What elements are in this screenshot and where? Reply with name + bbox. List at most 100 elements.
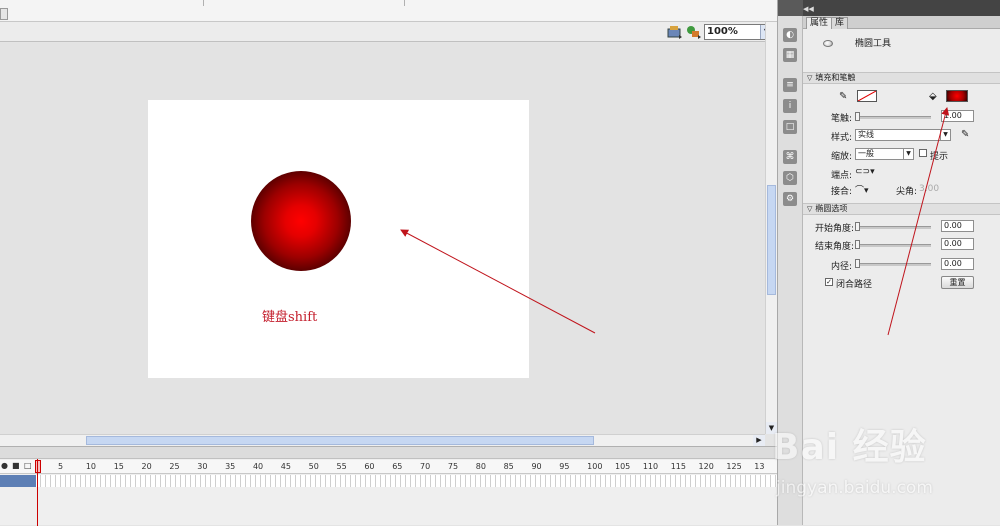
stage-canvas[interactable]: 键盘shift <box>148 100 529 378</box>
inner-radius-input[interactable]: 0.00 <box>941 258 974 270</box>
miter-value[interactable]: 3.00 <box>919 184 939 194</box>
pencil-icon: ✎ <box>839 91 848 102</box>
eye-icon[interactable]: ● <box>1 461 8 470</box>
baidu-watermark: Bai 经验 jingyan.baidu.com <box>772 418 998 518</box>
style-select[interactable]: 实线 ▼ <box>855 129 951 141</box>
stroke-color-swatch[interactable] <box>857 90 877 102</box>
cap-round-icon[interactable]: ⊂⊃▾ <box>855 167 875 177</box>
info-panel-icon[interactable]: i <box>783 99 797 113</box>
frame-number: 5 <box>58 462 64 471</box>
end-angle-input[interactable]: 0.00 <box>941 238 974 250</box>
frame-number: 40 <box>252 462 264 471</box>
frame-number: 10 <box>85 462 97 471</box>
tab-library[interactable]: 库 <box>831 17 849 29</box>
style-label: 样式: <box>831 133 853 143</box>
horizontal-scroll-thumb[interactable] <box>86 436 594 445</box>
inner-radius-slider[interactable] <box>855 259 931 268</box>
section-title: 椭圆选项 <box>815 204 848 213</box>
frame-number: 125 <box>726 462 742 471</box>
slider-knob[interactable] <box>855 259 860 268</box>
custom-style-pencil-icon[interactable]: ✎ <box>961 129 969 140</box>
fill-color-swatch[interactable] <box>946 90 968 102</box>
red-gradient-circle[interactable] <box>251 171 351 271</box>
slider-knob[interactable] <box>855 222 860 231</box>
behaviors-panel-icon[interactable]: ⚙ <box>783 192 797 206</box>
start-angle-input[interactable]: 0.00 <box>941 220 974 232</box>
tab-properties[interactable]: 属性 <box>806 17 833 29</box>
end-angle-slider[interactable] <box>855 240 931 249</box>
zoom-select[interactable]: 100% ▼ <box>704 24 774 40</box>
edit-scene-icon[interactable] <box>667 25 683 39</box>
join-round-icon[interactable]: ⌒▾ <box>855 183 869 196</box>
fill-stroke-section-header[interactable]: ▽ 填充和笔触 <box>803 72 1000 84</box>
slider-knob[interactable] <box>855 112 860 121</box>
vertical-scroll-thumb[interactable] <box>767 185 776 295</box>
frame-number: 65 <box>392 462 403 471</box>
edit-symbols-icon[interactable] <box>686 25 702 39</box>
style-value: 实线 <box>858 130 874 139</box>
frame-number: 85 <box>503 462 514 471</box>
frame-ruler[interactable]: ● ■ □ 5 10 15 20 25 30 35 40 45 50 55 60 65 70 75 80 85 9… <box>0 460 777 474</box>
scale-select[interactable]: 一般 ▼ <box>855 148 914 160</box>
stage-toolbar: 100% ▼ <box>0 22 777 42</box>
hint-checkbox[interactable] <box>919 149 927 157</box>
no-color-slash-icon <box>858 91 876 101</box>
chevron-down-icon: ▽ <box>807 205 813 213</box>
horizontal-scrollbar[interactable]: ▶ <box>0 434 765 446</box>
oval-tool-icon <box>823 40 833 47</box>
frame-number: 70 <box>420 462 431 471</box>
watermark-brand: Bai 经验 <box>772 427 927 468</box>
close-path-checkbox[interactable]: ✓ <box>825 278 833 286</box>
align-panel-icon[interactable]: ≡ <box>783 78 797 92</box>
collapse-icon[interactable]: ◀◀ <box>803 5 814 13</box>
reset-button[interactable]: 重置 <box>941 276 974 289</box>
playhead-handle[interactable] <box>35 460 41 473</box>
frame-cells[interactable] <box>36 475 777 487</box>
lock-icon[interactable]: ■ <box>12 461 20 470</box>
transform-panel-icon[interactable]: □ <box>783 120 797 134</box>
frame-number: 30 <box>197 462 208 471</box>
chevron-down-icon[interactable]: ▼ <box>903 149 913 159</box>
strip-divider <box>404 0 405 6</box>
chevron-down-icon[interactable]: ▼ <box>940 130 950 140</box>
end-angle-label: 结束角度: <box>815 242 855 252</box>
stroke-slider[interactable] <box>855 112 931 121</box>
document-tab-strip <box>0 0 777 22</box>
chevron-down-icon: ▽ <box>807 74 813 82</box>
watermark-url: jingyan.baidu.com <box>776 478 933 498</box>
pasteboard[interactable]: 键盘shift <box>0 43 765 434</box>
frame-number: 50 <box>308 462 319 471</box>
vertical-scrollbar[interactable]: ▼ <box>765 22 777 434</box>
tool-info: 椭圆工具 <box>803 30 1000 70</box>
layer-row[interactable] <box>0 475 777 487</box>
timeline-title-bar <box>0 447 777 459</box>
zoom-value: 100% <box>707 26 738 37</box>
frame-number: 60 <box>364 462 375 471</box>
actions-panel-icon[interactable]: ⌘ <box>783 150 797 164</box>
panel-header: ◀◀ <box>803 0 1000 16</box>
color-panel-icon[interactable]: ◐ <box>783 28 797 42</box>
outline-icon[interactable]: □ <box>24 461 32 470</box>
slider-knob[interactable] <box>855 240 860 249</box>
layer-label-cell[interactable] <box>0 475 36 487</box>
stage-caption: 键盘shift <box>262 310 318 325</box>
frame-number: 90 <box>531 462 542 471</box>
frame-number: 25 <box>169 462 180 471</box>
swatches-panel-icon[interactable]: ▦ <box>783 48 797 62</box>
components-panel-icon[interactable]: ⬡ <box>783 171 797 185</box>
frame-number: 55 <box>336 462 347 471</box>
section-title: 填充和笔触 <box>815 73 856 82</box>
scale-value: 一般 <box>858 149 874 158</box>
miter-label: 尖角: <box>896 187 918 197</box>
panel-tabs: 属性 库 <box>803 16 1000 29</box>
frame-number: 13 <box>754 462 765 471</box>
stroke-input[interactable]: 1.00 <box>941 110 974 122</box>
timeline-panel: ● ■ □ 5 10 15 20 25 30 35 40 45 50 55 60 65 70 75 80 85 9… <box>0 446 777 526</box>
hint-label: 提示 <box>930 152 949 162</box>
cap-label: 端点: <box>831 171 853 181</box>
oval-options-section-header[interactable]: ▽ 椭圆选项 <box>803 203 1000 215</box>
start-angle-slider[interactable] <box>855 222 931 231</box>
scroll-right-icon[interactable]: ▶ <box>753 435 765 446</box>
frame-number: 80 <box>475 462 486 471</box>
frame-number: 100 <box>587 462 603 471</box>
